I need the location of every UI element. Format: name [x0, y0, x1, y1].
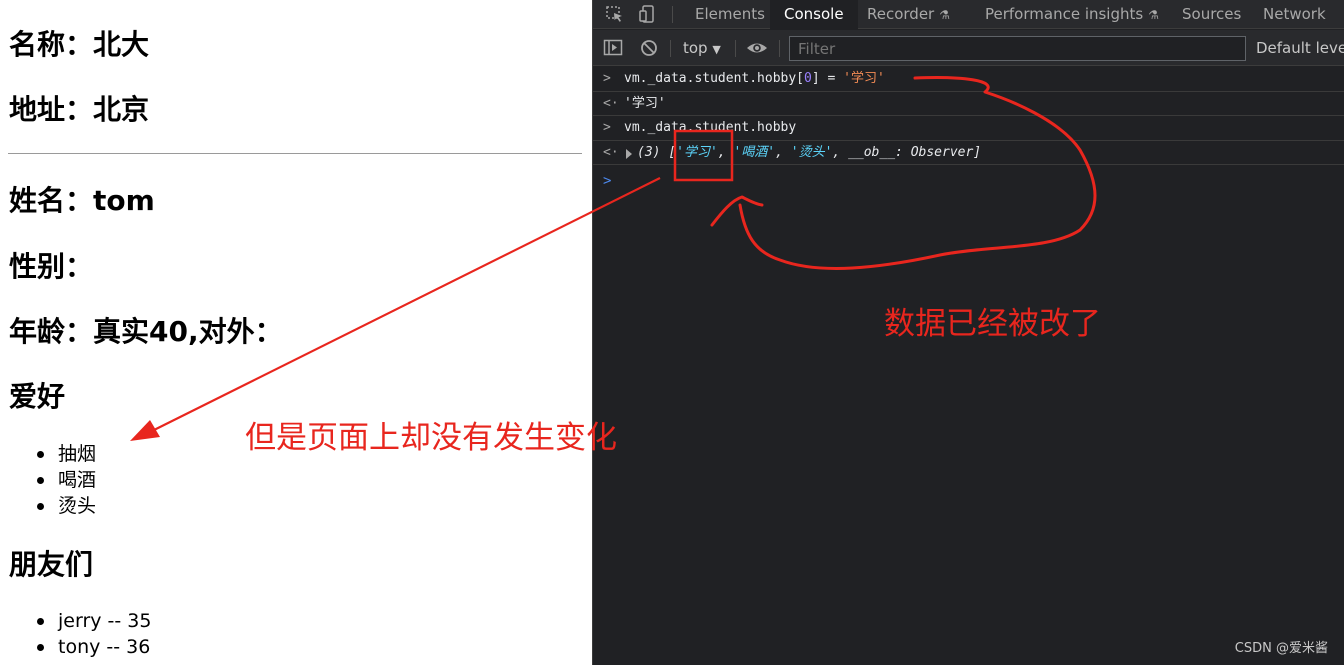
context-select-value: top: [683, 39, 708, 57]
tab-recorder[interactable]: Recorder ⚗: [867, 0, 950, 29]
input-prompt-icon: >: [603, 71, 611, 86]
school-name-heading: 名称：北大: [9, 28, 150, 61]
friends-heading: 朋友们: [9, 548, 94, 581]
toolbar-separator: [779, 40, 780, 57]
console-toolbar: top ▼ Default levels: [593, 30, 1344, 66]
hobby-item: 喝酒: [36, 469, 97, 491]
toolbar-separator: [735, 40, 736, 57]
student-gender-heading: 性别：: [9, 250, 94, 283]
student-age-heading: 年龄：真实40,对外：: [9, 315, 283, 348]
tab-network[interactable]: Network: [1263, 0, 1326, 29]
console-result-line: <· '学习': [593, 92, 1344, 116]
toolbar-separator: [672, 6, 673, 23]
hobby-heading: 爱好: [9, 380, 66, 413]
hobby-item: 烫头: [36, 495, 97, 517]
friend-item: tony -- 36: [36, 636, 151, 658]
devtools-tab-bar: Elements Console Recorder ⚗ Performance i…: [593, 0, 1344, 29]
console-code: vm._data.student.hobby[0] = '学习': [624, 71, 885, 86]
chevron-down-icon: ▼: [712, 43, 721, 56]
tab-sources[interactable]: Sources: [1182, 0, 1241, 29]
divider: [8, 153, 582, 154]
console-result-line[interactable]: <· (3) ['学习', '喝酒', '烫头', __ob__: Observ…: [593, 141, 1344, 165]
tab-elements[interactable]: Elements: [695, 0, 765, 29]
device-toolbar-icon[interactable]: [638, 5, 658, 23]
console-filter-input[interactable]: [789, 36, 1246, 61]
console-input-line: > vm._data.student.hobby[0] = '学习': [593, 67, 1344, 92]
hobby-list: 抽烟 喝酒 烫头: [36, 441, 97, 519]
console-prompt[interactable]: >: [603, 173, 611, 189]
school-address-heading: 地址：北京: [9, 93, 150, 126]
result-arrow-icon: <·: [603, 95, 619, 111]
log-levels-dropdown[interactable]: Default levels: [1256, 36, 1344, 60]
friends-list: jerry -- 35 tony -- 36: [36, 608, 152, 660]
tab-console[interactable]: Console: [770, 0, 858, 29]
console-code: vm._data.student.hobby: [624, 120, 797, 135]
result-arrow-icon: <·: [603, 144, 619, 160]
console-input-line: > vm._data.student.hobby: [593, 116, 1344, 141]
toolbar-separator: [670, 40, 671, 57]
tab-performance-insights-label: Performance insights: [985, 5, 1144, 23]
input-prompt-icon: >: [603, 120, 611, 135]
hobby-item: 抽烟: [36, 443, 97, 465]
eye-icon[interactable]: [746, 39, 767, 57]
flask-icon: ⚗: [939, 8, 950, 22]
context-select[interactable]: top ▼: [683, 36, 721, 60]
flask-icon: ⚗: [1148, 8, 1159, 22]
devtools-panel: Elements Console Recorder ⚗ Performance i…: [592, 0, 1344, 665]
inspect-element-icon[interactable]: [605, 5, 625, 23]
watermark: CSDN @爱米酱: [1234, 641, 1328, 656]
expand-triangle-icon[interactable]: [626, 148, 632, 159]
tab-recorder-label: Recorder: [867, 5, 935, 23]
rendered-page: 名称：北大 地址：北京 姓名：tom 性别： 年龄：真实40,对外： 爱好 抽烟…: [0, 0, 592, 665]
friend-item: jerry -- 35: [36, 610, 152, 632]
console-result: '学习': [624, 95, 666, 111]
tab-performance-insights[interactable]: Performance insights ⚗: [985, 0, 1159, 29]
array-preview[interactable]: (3) ['学习', '喝酒', '烫头', __ob__: Observer]: [637, 141, 981, 165]
student-name-heading: 姓名：tom: [9, 184, 155, 217]
clear-console-icon[interactable]: [640, 39, 660, 57]
console-output: > vm._data.student.hobby[0] = '学习' <· '学…: [593, 67, 1344, 189]
sidebar-toggle-icon[interactable]: [603, 39, 623, 57]
